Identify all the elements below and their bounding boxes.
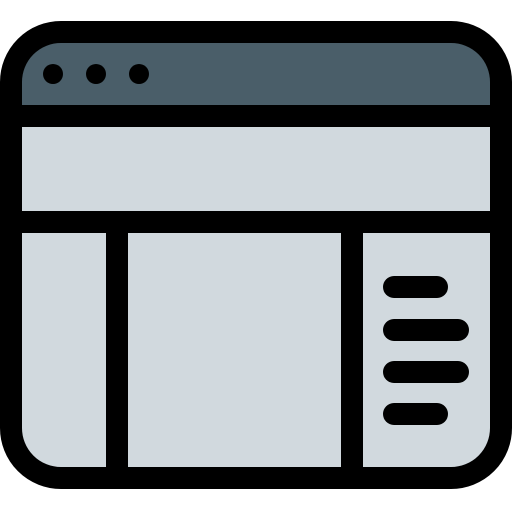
window-dot-icon — [86, 64, 106, 84]
window-dot-icon — [43, 64, 63, 84]
title-bar — [12, 32, 500, 116]
window-dot-icon — [129, 64, 149, 84]
icon-stage — [0, 0, 512, 512]
browser-layout-icon — [0, 21, 512, 489]
